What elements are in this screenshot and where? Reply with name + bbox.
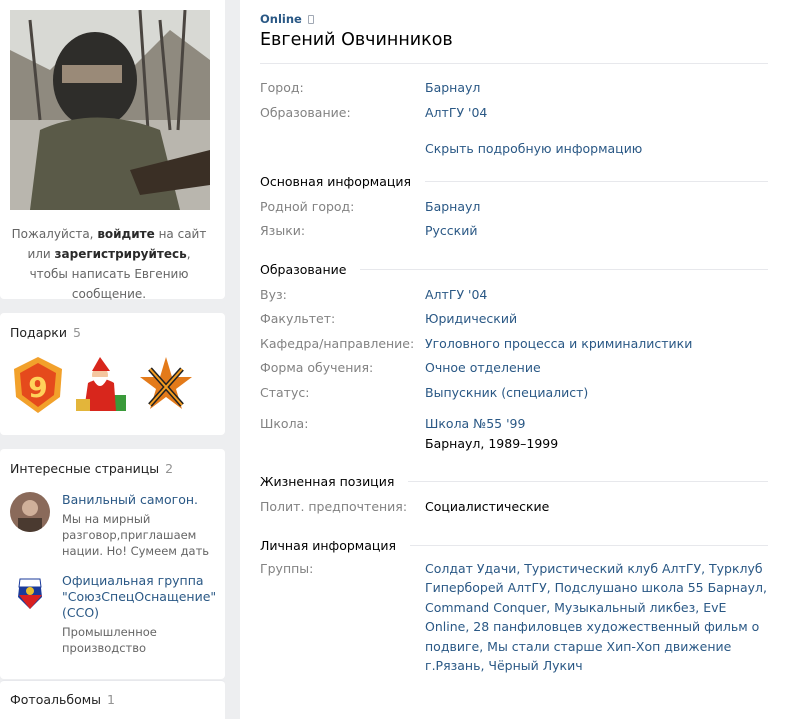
albums-card: Фотоальбомы 1 xyxy=(0,680,225,719)
info-value-link[interactable]: Русский xyxy=(425,219,477,244)
albums-count: 1 xyxy=(107,692,115,707)
invite-text-1: Пожалуйста, xyxy=(11,227,98,241)
pages-header[interactable]: Интересные страницы 2 xyxy=(10,461,215,476)
gift-ribbon-star-icon[interactable] xyxy=(138,355,194,417)
info-label: Образование: xyxy=(260,104,351,120)
info-label: Школа: xyxy=(260,416,309,431)
section-position: Жизненная позиция xyxy=(260,474,768,489)
info-label: Языки: xyxy=(260,223,306,238)
info-value-link[interactable]: АлтГУ '04 xyxy=(425,283,487,308)
info-row: Вуз: АлтГУ '04 xyxy=(260,283,768,308)
info-label: Статус: xyxy=(260,384,310,400)
info-row: Статус: Выпускник (специалист) xyxy=(260,381,768,406)
info-value-link[interactable]: Барнаул xyxy=(425,195,480,220)
avatar-card: Пожалуйста, войдите на сайт или зарегист… xyxy=(0,0,225,301)
pages-count: 2 xyxy=(165,461,174,476)
info-label: Кафедра/направление: xyxy=(260,335,415,351)
mobile-icon xyxy=(307,14,314,24)
section-divider xyxy=(408,481,768,482)
info-label: Группы: xyxy=(260,560,314,576)
hide-details-link[interactable]: Скрыть подробную информацию xyxy=(425,137,642,162)
info-row: Языки: Русский xyxy=(260,219,768,244)
section-education: Образование xyxy=(260,262,768,277)
info-row-school: Школа: Школа №55 '99 Барнаул, 1989–1999 xyxy=(260,414,768,454)
online-status: Online xyxy=(260,12,768,26)
info-label: Факультет: xyxy=(260,311,336,326)
left-column: Пожалуйста, войдите на сайт или зарегист… xyxy=(0,0,225,719)
svg-text:9: 9 xyxy=(28,371,47,404)
profile-panel: Online Евгений Овчинников Город: Барнаул … xyxy=(240,0,785,719)
page-title[interactable]: Официальная группа "СоюзСпецОснащение" (… xyxy=(62,573,216,621)
profile-photo[interactable] xyxy=(10,10,210,210)
section-title: Основная информация xyxy=(260,173,412,189)
section-main-info: Основная информация xyxy=(260,174,768,189)
page-desc: Промышленное производство xyxy=(62,625,157,655)
online-label: Online xyxy=(260,12,302,26)
info-value-link[interactable]: Уголовного процесса и криминалистики xyxy=(425,332,692,357)
login-invite: Пожалуйста, войдите на сайт или зарегист… xyxy=(10,224,210,304)
info-row-education: Образование: АлтГУ '04 xyxy=(260,101,768,126)
info-label: Город: xyxy=(260,80,304,95)
groups-links[interactable]: Солдат Удачи, Туристический клуб АлтГУ, … xyxy=(425,559,768,676)
pages-title: Интересные страницы xyxy=(10,461,160,476)
albums-header[interactable]: Фотоальбомы 1 xyxy=(10,692,215,707)
login-link[interactable]: войдите xyxy=(97,227,154,241)
info-value-link[interactable]: Выпускник (специалист) xyxy=(425,381,588,406)
page-desc: Мы на мирный разговор,приглашаем нации. … xyxy=(62,512,210,558)
info-label: Полит. предпочтения: xyxy=(260,499,408,514)
info-label: Форма обучения: xyxy=(260,360,374,375)
page-avatar[interactable] xyxy=(10,492,50,532)
info-value-link[interactable]: Юридический xyxy=(425,307,517,332)
section-personal: Личная информация xyxy=(260,538,768,553)
info-value-link[interactable]: Очное отделение xyxy=(425,356,541,381)
page-item[interactable]: Ванильный самогон. Мы на мирный разговор… xyxy=(10,492,215,559)
gifts-header[interactable]: Подарки 5 xyxy=(10,325,215,340)
gifts-card: Подарки 5 9 xyxy=(0,313,225,435)
gift-santa-icon[interactable] xyxy=(74,355,130,417)
section-divider xyxy=(410,544,768,546)
info-label: Родной город: xyxy=(260,198,355,214)
info-row-city: Город: Барнаул xyxy=(260,76,768,101)
profile-name: Евгений Овчинников xyxy=(260,30,768,64)
info-row: Полит. предпочтения: Социалистические xyxy=(260,495,768,520)
section-divider xyxy=(425,180,768,182)
gift-badge-icon[interactable]: 9 xyxy=(10,355,66,417)
section-divider xyxy=(360,268,768,270)
info-row: Факультет: Юридический xyxy=(260,307,768,332)
section-title: Образование xyxy=(260,261,347,277)
info-value: Социалистические xyxy=(425,499,550,514)
short-info: Город: Барнаул Образование: АлтГУ '04 Скры… xyxy=(260,76,768,162)
info-row-groups: Группы: Солдат Удачи, Туристический клуб … xyxy=(260,559,768,676)
gifts-count: 5 xyxy=(72,325,81,340)
section-title: Личная информация xyxy=(260,537,397,553)
gifts-row: 9 xyxy=(10,355,215,417)
info-row: Родной город: Барнаул xyxy=(260,195,768,220)
info-row: Форма обучения: Очное отделение xyxy=(260,356,768,381)
gifts-title: Подарки xyxy=(10,325,67,340)
page-title[interactable]: Ванильный самогон. xyxy=(62,492,215,508)
page-item[interactable]: Официальная группа "СоюзСпецОснащение" (… xyxy=(10,573,216,656)
info-value-link[interactable]: Барнаул xyxy=(425,76,480,101)
info-value-link[interactable]: АлтГУ '04 xyxy=(425,101,487,126)
interesting-pages-card: Интересные страницы 2 Ванильный самогон. … xyxy=(0,449,225,679)
albums-title: Фотоальбомы xyxy=(10,692,102,707)
register-link[interactable]: зарегистрируйтесь xyxy=(55,247,187,261)
info-row: Кафедра/направление: Уголовного процесса … xyxy=(260,332,768,357)
school-place: Барнаул, 1989–1999 xyxy=(425,436,559,451)
hide-details-row: Скрыть подробную информацию xyxy=(260,137,768,162)
school-link[interactable]: Школа №55 '99 xyxy=(425,414,558,434)
info-label: Вуз: xyxy=(260,286,287,302)
section-title: Жизненная позиция xyxy=(260,474,395,489)
page-avatar[interactable] xyxy=(10,573,50,613)
